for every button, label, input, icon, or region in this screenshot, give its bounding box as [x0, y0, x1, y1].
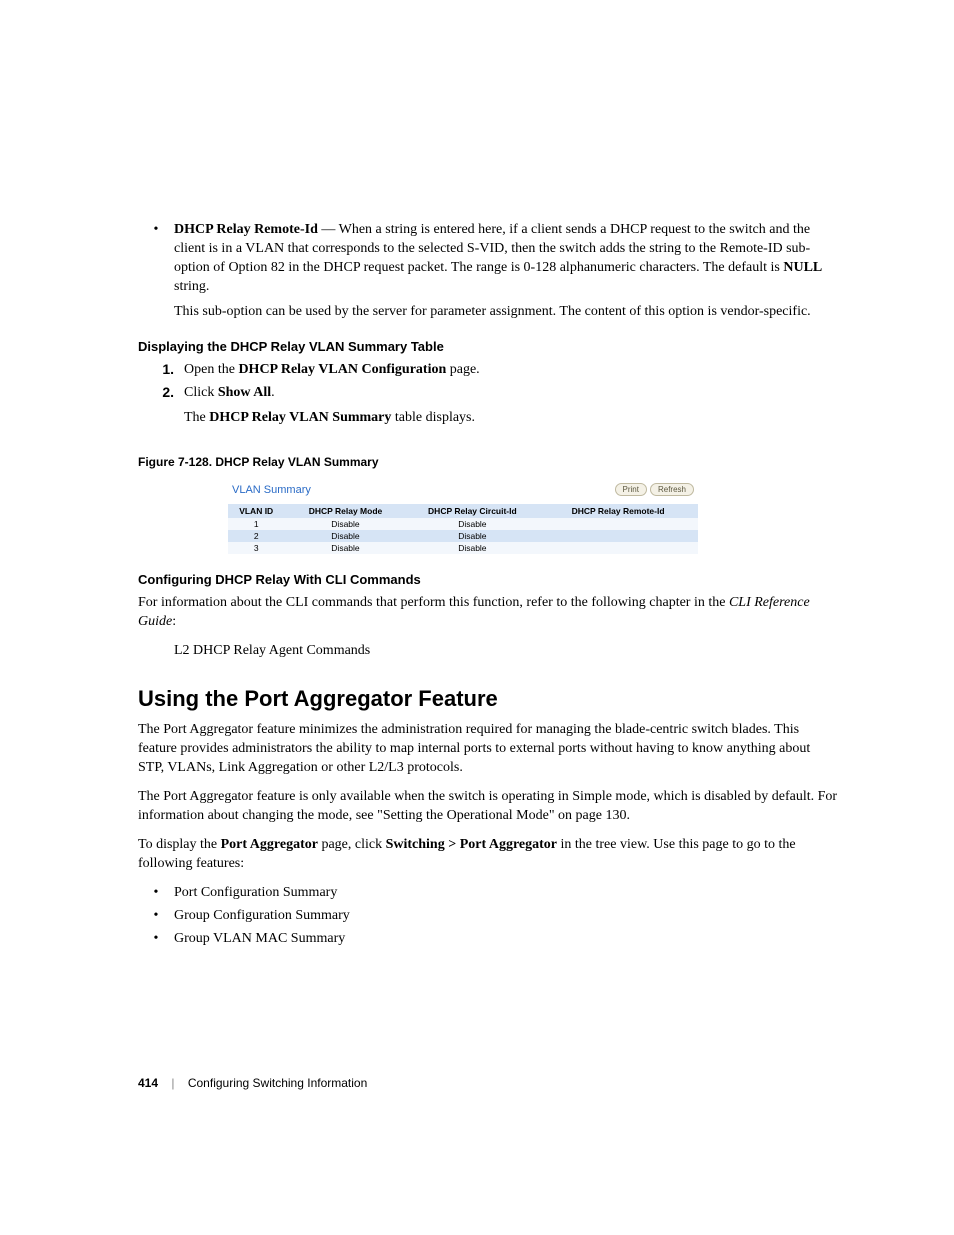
feature-item: • Port Configuration Summary [138, 883, 839, 902]
table-row: 2 Disable Disable [228, 530, 698, 542]
heading-display-summary: Displaying the DHCP Relay VLAN Summary T… [138, 339, 839, 354]
pa-paragraph-1: The Port Aggregator feature minimizes th… [138, 720, 839, 777]
feature-label: Group VLAN MAC Summary [174, 929, 839, 948]
step-2-result: The DHCP Relay VLAN Summary table displa… [184, 408, 839, 427]
term-label: DHCP Relay Remote-Id [174, 222, 318, 237]
feature-label: Port Configuration Summary [174, 883, 839, 902]
bullet-marker: • [138, 883, 174, 902]
step-number: 2. [138, 383, 184, 402]
feature-label: Group Configuration Summary [174, 906, 839, 925]
bullet-marker: • [138, 906, 174, 925]
step-2: 2. Click Show All. [138, 383, 839, 402]
bullet-dhcp-remote-id: • DHCP Relay Remote-Id — When a string i… [138, 220, 839, 296]
pa-paragraph-2: The Port Aggregator feature is only avai… [138, 787, 839, 825]
col-relay-mode: DHCP Relay Mode [284, 504, 406, 518]
page-number: 414 [138, 1076, 158, 1090]
refresh-button[interactable]: Refresh [650, 483, 694, 496]
figure-caption: Figure 7-128. DHCP Relay VLAN Summary [138, 455, 839, 469]
heading-port-aggregator: Using the Port Aggregator Feature [138, 686, 839, 712]
footer-separator: | [171, 1076, 174, 1090]
page-footer: 414 | Configuring Switching Information [138, 1076, 367, 1090]
col-remote-id: DHCP Relay Remote-Id [538, 504, 698, 518]
table-row: 1 Disable Disable [228, 518, 698, 530]
bullet-text: DHCP Relay Remote-Id — When a string is … [174, 220, 839, 296]
bullet-marker: • [138, 220, 174, 296]
step-text: Open the DHCP Relay VLAN Configuration p… [184, 360, 839, 379]
vlan-summary-table: VLAN ID DHCP Relay Mode DHCP Relay Circu… [228, 504, 698, 554]
figure-vlan-summary: VLAN Summary Print Refresh VLAN ID DHCP … [228, 479, 698, 554]
cli-chapter-item: L2 DHCP Relay Agent Commands [174, 641, 839, 660]
step-1: 1. Open the DHCP Relay VLAN Configuratio… [138, 360, 839, 379]
step-text: Click Show All. [184, 383, 839, 402]
heading-cli-commands: Configuring DHCP Relay With CLI Commands [138, 572, 839, 587]
vlan-summary-title: VLAN Summary [232, 484, 311, 496]
feature-item: • Group Configuration Summary [138, 906, 839, 925]
feature-item: • Group VLAN MAC Summary [138, 929, 839, 948]
print-button[interactable]: Print [615, 483, 647, 496]
col-circuit-id: DHCP Relay Circuit-Id [407, 504, 539, 518]
col-vlan-id: VLAN ID [228, 504, 284, 518]
bullet-marker: • [138, 929, 174, 948]
bullet-sub-paragraph: This sub-option can be used by the serve… [174, 302, 839, 321]
section-title: Configuring Switching Information [188, 1076, 367, 1090]
cli-paragraph: For information about the CLI commands t… [138, 593, 839, 631]
table-row: 3 Disable Disable [228, 542, 698, 554]
pa-paragraph-3: To display the Port Aggregator page, cli… [138, 835, 839, 873]
step-number: 1. [138, 360, 184, 379]
